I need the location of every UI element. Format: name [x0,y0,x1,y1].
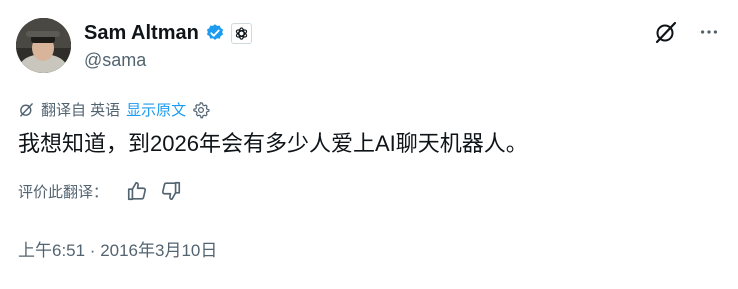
translation-bar: 翻译自 英语 显示原文 [18,99,210,120]
more-dots-icon[interactable] [698,21,720,43]
avatar-image [16,18,71,73]
author-name-row[interactable]: Sam Altman [84,21,252,45]
author-handle[interactable]: @sama [84,50,146,71]
rate-translation-row: 评价此翻译： [18,180,182,202]
rate-translation-label: 评价此翻译： [18,183,109,201]
avatar[interactable] [16,18,71,73]
openai-logo-icon[interactable] [230,22,252,44]
verified-badge-icon [205,23,225,43]
thumbs-up-icon[interactable] [126,180,148,202]
show-original-link[interactable]: 显示原文 [126,99,186,120]
tweet-text: 我想知道，到2026年会有多少人爱上AI聊天机器人。 [18,131,528,156]
translated-from-label: 翻译自 英语 [41,102,121,119]
translate-icon [18,101,35,118]
tweet-timestamp[interactable]: 上午6:51 · 2016年3月10日 [18,236,217,261]
author-name[interactable]: Sam Altman [84,21,199,45]
top-actions [654,20,720,44]
thumbs-down-icon[interactable] [160,180,182,202]
gear-icon[interactable] [192,101,210,119]
grok-icon[interactable] [654,20,678,44]
